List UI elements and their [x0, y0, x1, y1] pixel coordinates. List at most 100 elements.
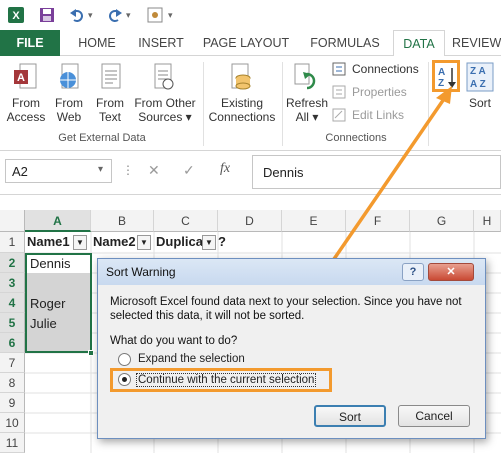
text-file-icon [101, 63, 121, 89]
existing-connections-icon [231, 63, 251, 90]
from-access-button[interactable]: A From Access [4, 60, 48, 128]
option2-label: Continue with the current selection [136, 373, 317, 387]
tab-insert[interactable]: INSERT [133, 30, 189, 56]
formula-input[interactable]: Dennis [252, 155, 501, 189]
from-other-sources-label: From Other Sources ▾ [134, 96, 196, 124]
row-header[interactable]: 4 [0, 293, 25, 313]
column-header[interactable]: F [346, 210, 410, 232]
web-icon [60, 63, 79, 89]
row-header[interactable]: 7 [0, 353, 25, 373]
customize-icon[interactable] [146, 6, 164, 24]
redo-dropdown-icon[interactable]: ▾ [126, 10, 131, 21]
properties-label: Properties [352, 85, 407, 99]
tab-formulas[interactable]: FORMULAS [304, 30, 386, 56]
row-header[interactable]: 11 [0, 433, 25, 453]
cell-a1[interactable]: Name1 ▼ [27, 234, 89, 252]
tab-data[interactable]: DATA [393, 30, 445, 57]
connections-button[interactable]: Connections [332, 60, 424, 78]
tab-home[interactable]: HOME [69, 30, 125, 56]
filter-dropdown-icon[interactable]: ▼ [202, 235, 216, 250]
from-text-button[interactable]: From Text [90, 60, 130, 128]
from-web-label: From Web [55, 96, 83, 124]
existing-connections-button[interactable]: Existing Connections [206, 60, 278, 128]
edit-links-label: Edit Links [352, 108, 405, 122]
dialog-titlebar: Sort Warning ? ✕ [98, 259, 485, 285]
dialog-title: Sort Warning [106, 265, 176, 279]
dialog-question: What do you want to do? [110, 335, 238, 347]
tab-review[interactable]: REVIEW [452, 30, 501, 56]
help-icon[interactable]: ? [402, 263, 424, 281]
svg-text:A Z: A Z [470, 79, 486, 90]
row-header[interactable]: 8 [0, 373, 25, 393]
from-other-sources-button[interactable]: From Other Sources ▾ [132, 60, 198, 128]
group-label-external: Get External Data [58, 132, 146, 144]
cell-b1[interactable]: Name2 ▼ [93, 234, 153, 252]
cell-d1[interactable]: ? [218, 234, 238, 252]
name-box-dropdown-icon[interactable]: ▾ [98, 164, 103, 175]
tab-file[interactable]: FILE [0, 30, 60, 56]
filter-dropdown-icon[interactable]: ▼ [137, 235, 151, 250]
option1-label: Expand the selection [138, 353, 245, 365]
sort-a-to-z-button[interactable]: A Z [432, 60, 460, 92]
redo-icon[interactable] [106, 6, 124, 24]
svg-text:A: A [17, 72, 25, 84]
group-label-connections: Connections [325, 132, 387, 144]
cell-a4[interactable]: Roger [30, 296, 65, 311]
expand-selection-option[interactable]: Expand the selection [118, 352, 338, 368]
edit-links-button[interactable]: Edit Links [332, 106, 424, 124]
column-header[interactable]: B [91, 210, 154, 232]
divider [428, 62, 429, 146]
dialog-message: Microsoft Excel found data next to your … [110, 296, 462, 322]
cancel-icon[interactable]: ✕ [148, 162, 160, 179]
svg-text:X: X [12, 10, 20, 22]
close-icon[interactable]: ✕ [428, 263, 474, 281]
row-header[interactable]: 3 [0, 273, 25, 293]
row-header[interactable]: 6 [0, 333, 25, 353]
insert-function-icon[interactable]: fx [220, 161, 230, 177]
undo-icon[interactable] [68, 6, 86, 24]
divider [282, 62, 283, 146]
connections-icon [332, 62, 346, 76]
qat-dropdown-icon[interactable]: ▾ [168, 10, 173, 21]
other-sources-icon [154, 63, 174, 90]
column-header[interactable]: G [410, 210, 474, 232]
radio-continue[interactable] [118, 373, 131, 386]
access-icon: A [14, 63, 37, 89]
row-header[interactable]: 5 [0, 313, 25, 333]
row-header[interactable]: 10 [0, 413, 25, 433]
from-access-label: From Access [6, 96, 46, 124]
undo-dropdown-icon[interactable]: ▾ [88, 10, 93, 21]
radio-expand[interactable] [118, 353, 131, 366]
fill-handle[interactable] [88, 350, 94, 356]
column-header[interactable]: A [25, 210, 91, 232]
select-all-corner[interactable] [0, 210, 25, 232]
name-box[interactable]: A2 ▾ [5, 159, 112, 183]
cell-a5[interactable]: Julie [30, 316, 57, 331]
sort-confirm-button[interactable]: Sort [314, 405, 386, 427]
refresh-all-button[interactable]: Refresh All ▾ [286, 60, 328, 128]
from-web-button[interactable]: From Web [50, 60, 88, 128]
save-icon[interactable] [38, 6, 56, 24]
properties-button[interactable]: Properties [332, 83, 424, 101]
column-header[interactable]: E [282, 210, 346, 232]
filter-dropdown-icon[interactable]: ▼ [73, 235, 87, 250]
cell-a2[interactable]: Dennis [30, 256, 70, 271]
cell-c1[interactable]: Duplica ▼ [156, 234, 216, 252]
column-header[interactable]: D [218, 210, 282, 232]
cancel-button[interactable]: Cancel [398, 405, 470, 427]
excel-logo-icon[interactable]: X [7, 6, 25, 24]
sort-warning-dialog: Sort Warning ? ✕ Microsoft Excel found d… [97, 258, 486, 439]
ribbon-tabs: FILE HOME INSERT PAGE LAYOUT FORMULAS DA… [0, 30, 501, 57]
divider [203, 62, 204, 146]
row-header[interactable]: 1 [0, 232, 25, 253]
tab-page-layout[interactable]: PAGE LAYOUT [198, 30, 294, 56]
row-header[interactable]: 2 [0, 253, 25, 273]
column-header[interactable]: C [154, 210, 218, 232]
properties-icon [332, 85, 346, 99]
from-text-label: From Text [96, 96, 124, 124]
row-header[interactable]: 9 [0, 393, 25, 413]
column-header[interactable]: H [474, 210, 501, 232]
continue-selection-option[interactable]: Continue with the current selection [118, 372, 328, 388]
sort-button[interactable]: Z A A Z Sort [464, 60, 496, 112]
enter-icon[interactable]: ✓ [183, 162, 195, 179]
